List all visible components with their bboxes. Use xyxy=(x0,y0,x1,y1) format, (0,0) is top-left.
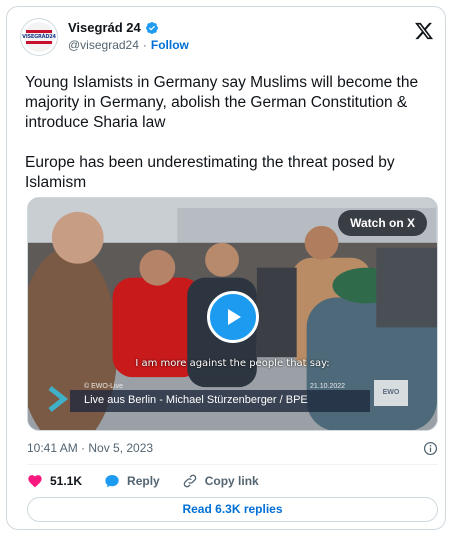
tweet-actions: 51.1K Reply Copy link xyxy=(27,472,281,490)
video-player[interactable]: Watch on X I am more against the people … xyxy=(27,197,438,431)
copy-link-label: Copy link xyxy=(204,474,259,488)
play-button[interactable] xyxy=(207,291,259,343)
tweet-header: VISEGRÁD24 Visegrád 24 @visegrad24 · Fol… xyxy=(20,17,434,57)
author-display-name[interactable]: Visegrád 24 xyxy=(68,20,141,35)
x-logo-icon[interactable] xyxy=(414,21,434,41)
video-source: © EWO-Live xyxy=(84,383,123,390)
author-handle-row: @visegrad24 · Follow xyxy=(68,38,189,52)
heart-icon xyxy=(28,475,42,488)
channel-logo: EWO xyxy=(374,380,408,406)
link-icon xyxy=(183,474,197,488)
like-count: 51.1K xyxy=(50,474,83,488)
reply-bubble-icon xyxy=(105,475,119,488)
info-icon[interactable] xyxy=(423,441,438,456)
verified-badge-icon xyxy=(145,21,158,34)
chevron-right-icon xyxy=(48,386,68,412)
video-lower-third: © EWO-Live 21.10.2022 Live aus Berlin - … xyxy=(48,378,410,416)
tweet-text: Young Islamists in Germany say Muslims w… xyxy=(25,73,435,213)
divider xyxy=(27,464,438,465)
author-handle[interactable]: @visegrad24 xyxy=(68,38,139,52)
video-date: 21.10.2022 xyxy=(310,383,346,390)
follow-button[interactable]: Follow xyxy=(151,38,189,52)
play-icon xyxy=(228,309,241,325)
copy-link-button[interactable]: Copy link xyxy=(182,473,259,489)
tweet-card: VISEGRÁD24 Visegrád 24 @visegrad24 · Fol… xyxy=(6,6,446,530)
tweet-paragraph: Europe has been underestimating the thre… xyxy=(25,154,395,191)
reply-button[interactable]: Reply xyxy=(104,473,160,489)
separator-dot: · xyxy=(142,38,147,52)
timestamp-row: 10:41 AM · Nov 5, 2023 xyxy=(27,441,438,459)
video-subtitle: I am more against the people that say: xyxy=(135,358,330,369)
avatar-logo-text: VISEGRÁD24 xyxy=(22,34,56,40)
tweet-paragraph: Young Islamists in Germany say Muslims w… xyxy=(25,74,419,131)
like-button[interactable]: 51.1K xyxy=(27,473,82,489)
author-name-row: Visegrád 24 xyxy=(68,20,159,35)
avatar[interactable]: VISEGRÁD24 xyxy=(20,18,58,56)
video-title: Live aus Berlin - Michael Stürzenberger … xyxy=(84,394,308,406)
tweet-timestamp[interactable]: 10:41 AM · Nov 5, 2023 xyxy=(27,441,153,455)
avatar-logo: VISEGRÁD24 xyxy=(22,22,56,52)
reply-label: Reply xyxy=(127,474,160,488)
watch-on-x-button[interactable]: Watch on X xyxy=(338,210,427,236)
read-replies-button[interactable]: Read 6.3K replies xyxy=(27,497,438,522)
